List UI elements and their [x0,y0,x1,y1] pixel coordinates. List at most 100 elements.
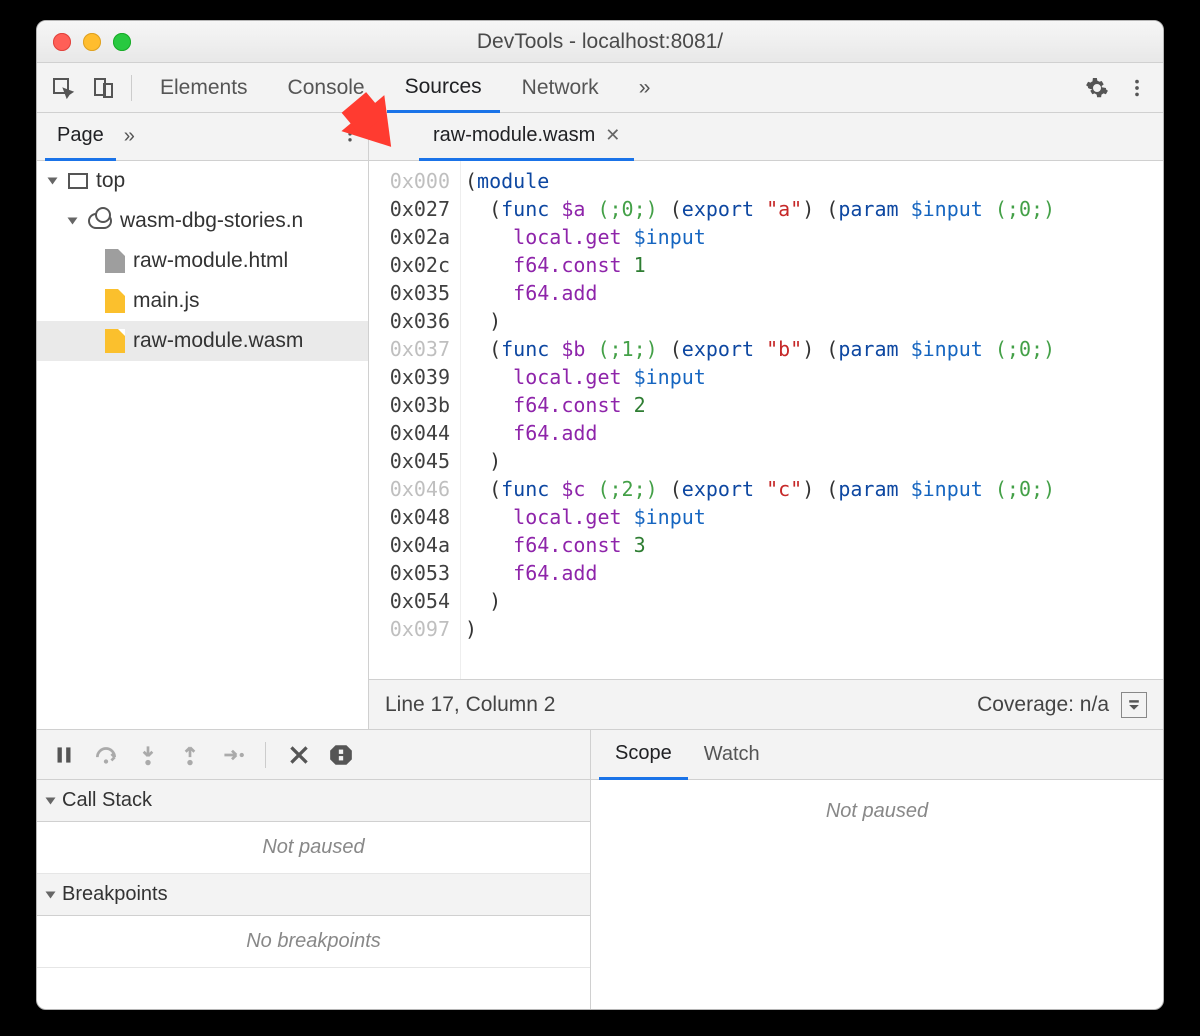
pause-on-exceptions-icon[interactable] [328,742,354,768]
code-line[interactable]: f64.add [465,279,1159,307]
gutter-address[interactable]: 0x039 [373,363,450,391]
gutter-address[interactable]: 0x044 [373,419,450,447]
gutter-address[interactable]: 0x04a [373,531,450,559]
code-line[interactable]: local.get $input [465,503,1159,531]
code-line[interactable]: (func $b (;1;) (export "b") (param $inpu… [465,335,1159,363]
debugger-pane: Call Stack Not paused Breakpoints No bre… [37,729,1163,1009]
gutter[interactable]: 0x0000x0270x02a0x02c0x0350x0360x0370x039… [369,161,461,679]
gutter-address[interactable]: 0x045 [373,447,450,475]
empty-text: No breakpoints [246,930,381,953]
editor-tabs: raw-module.wasm ✕ [369,113,1163,160]
tree-file-js[interactable]: main.js [37,281,368,321]
chevron-down-icon [48,178,58,185]
inspect-element-icon[interactable] [45,70,81,106]
code-line[interactable]: (module [465,167,1159,195]
tree-label: wasm-dbg-stories.n [120,209,303,233]
gutter-address[interactable]: 0x027 [373,195,450,223]
code-line[interactable]: f64.add [465,559,1159,587]
navigator-overflow[interactable]: » [116,125,143,148]
code-line[interactable]: (func $c (;2;) (export "c") (param $inpu… [465,475,1159,503]
tree-file-html[interactable]: raw-module.html [37,241,368,281]
statusbar-toggle-icon[interactable] [1121,692,1147,718]
code-view[interactable]: 0x0000x0270x02a0x02c0x0350x0360x0370x039… [369,161,1163,679]
editor-statusbar: Line 17, Column 2 Coverage: n/a [369,679,1163,729]
gutter-address[interactable]: 0x053 [373,559,450,587]
editor: 0x0000x0270x02a0x02c0x0350x0360x0370x039… [369,161,1163,729]
window-title: DevTools - localhost:8081/ [37,30,1163,54]
traffic-lights [37,33,131,51]
debugger-left: Call Stack Not paused Breakpoints No bre… [37,730,591,1009]
code-line[interactable]: local.get $input [465,363,1159,391]
main-toolbar: Elements Console Sources Network » [37,63,1163,113]
code-line[interactable]: ) [465,587,1159,615]
tab-watch[interactable]: Watch [688,730,776,780]
titlebar: DevTools - localhost:8081/ [37,21,1163,63]
code-line[interactable]: f64.const 1 [465,251,1159,279]
gutter-address[interactable]: 0x054 [373,587,450,615]
gutter-address[interactable]: 0x046 [373,475,450,503]
panel-title: Breakpoints [62,883,168,906]
zoom-window-button[interactable] [113,33,131,51]
gutter-address[interactable]: 0x03b [373,391,450,419]
tree-label: main.js [133,289,200,313]
gutter-address[interactable]: 0x000 [373,167,450,195]
cloud-icon [88,213,112,229]
page-tab[interactable]: Page [45,113,116,161]
device-toggle-icon[interactable] [85,70,121,106]
tabs-overflow[interactable]: » [621,63,669,113]
gutter-address[interactable]: 0x02a [373,223,450,251]
breakpoints-header[interactable]: Breakpoints [37,874,590,916]
empty-text: Not paused [826,800,928,823]
file-icon [105,329,125,353]
navigator-bar: Page » raw-module.wasm ✕ [37,113,1163,161]
code-line[interactable]: (func $a (;0;) (export "a") (param $inpu… [465,195,1159,223]
close-tab-icon[interactable]: ✕ [605,125,620,146]
file-tab-label: raw-module.wasm [433,124,595,147]
file-icon [105,249,125,273]
tree-node-top[interactable]: top [37,161,368,201]
coverage-status: Coverage: n/a [977,693,1109,717]
chevron-down-icon [46,797,56,804]
code-line[interactable]: local.get $input [465,223,1159,251]
step-over-icon[interactable] [93,742,119,768]
file-tab-raw-module-wasm[interactable]: raw-module.wasm ✕ [419,113,634,161]
minimize-window-button[interactable] [83,33,101,51]
gutter-address[interactable]: 0x037 [373,335,450,363]
tab-elements[interactable]: Elements [142,63,266,113]
pause-icon[interactable] [51,742,77,768]
gutter-address[interactable]: 0x048 [373,503,450,531]
deactivate-breakpoints-icon[interactable] [286,742,312,768]
separator [265,742,266,768]
separator [131,75,132,101]
gutter-address[interactable]: 0x097 [373,615,450,643]
tab-sources[interactable]: Sources [387,63,500,113]
frame-icon [68,173,88,189]
close-window-button[interactable] [53,33,71,51]
code-lines[interactable]: (module (func $a (;0;) (export "a") (par… [461,161,1163,679]
file-icon [105,289,125,313]
gutter-address[interactable]: 0x02c [373,251,450,279]
devtools-window: DevTools - localhost:8081/ Elements Cons… [36,20,1164,1010]
step-out-icon[interactable] [177,742,203,768]
navigator-tabs: Page » [37,113,369,160]
scope-tabs: Scope Watch [591,730,1163,780]
call-stack-header[interactable]: Call Stack [37,780,590,822]
code-line[interactable]: f64.const 3 [465,531,1159,559]
kebab-menu-icon[interactable] [1119,70,1155,106]
gutter-address[interactable]: 0x036 [373,307,450,335]
step-into-icon[interactable] [135,742,161,768]
gear-icon[interactable] [1079,70,1115,106]
code-line[interactable]: ) [465,447,1159,475]
code-line[interactable]: ) [465,307,1159,335]
file-tree: top wasm-dbg-stories.n raw-module.html m… [37,161,369,729]
code-line[interactable]: ) [465,615,1159,643]
tab-scope[interactable]: Scope [599,730,688,780]
panel-title: Call Stack [62,789,152,812]
step-icon[interactable] [219,742,245,768]
gutter-address[interactable]: 0x035 [373,279,450,307]
code-line[interactable]: f64.add [465,419,1159,447]
tab-network[interactable]: Network [504,63,617,113]
tree-node-origin[interactable]: wasm-dbg-stories.n [37,201,368,241]
code-line[interactable]: f64.const 2 [465,391,1159,419]
tree-file-wasm[interactable]: raw-module.wasm [37,321,368,361]
